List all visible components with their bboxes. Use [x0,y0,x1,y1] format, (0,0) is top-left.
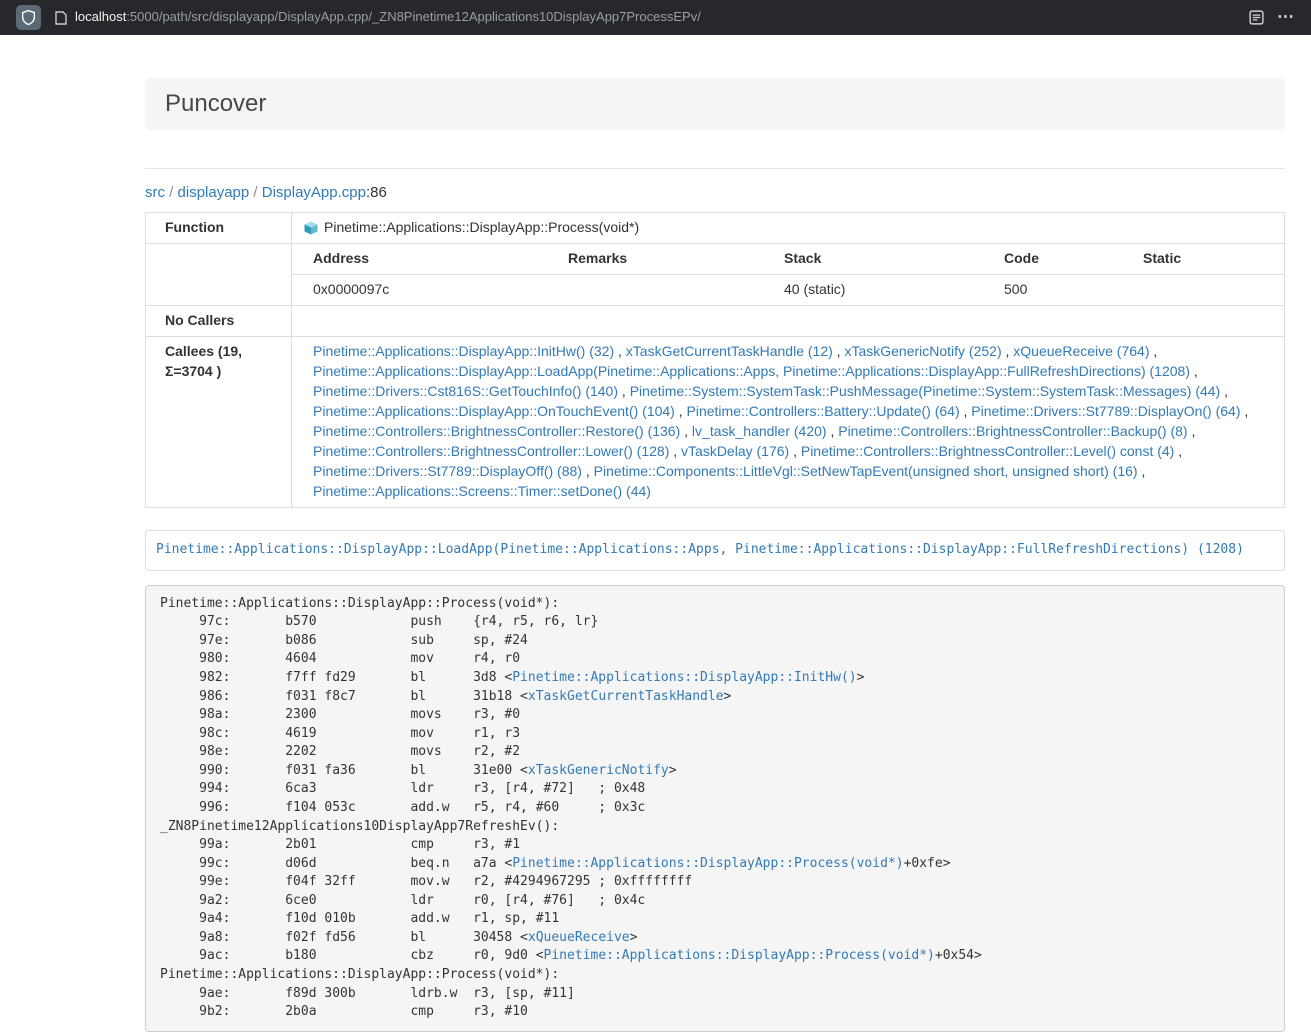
callee-link[interactable]: xQueueReceive (764) [1013,343,1149,359]
code-symbol-link[interactable]: xTaskGenericNotify [528,763,669,778]
code-symbol-link[interactable]: Pinetime::Applications::DisplayApp::Init… [512,670,856,685]
col-static: Static [1122,244,1284,274]
callee-link[interactable]: xTaskGenericNotify (252) [844,343,1001,359]
code-symbol-link[interactable]: Pinetime::Applications::DisplayApp::Proc… [544,948,935,963]
function-name-cell: Pinetime::Applications::DisplayApp::Proc… [292,213,1285,244]
callee-link[interactable]: Pinetime::System::SystemTask::PushMessag… [630,383,1221,399]
empty-header-cell [146,244,292,306]
col-address: Address [292,244,547,274]
breadcrumb-separator: / [165,184,178,201]
no-callers-label: No Callers [146,306,292,337]
function-name: Pinetime::Applications::DisplayApp::Proc… [324,218,639,238]
breadcrumb-link[interactable]: displayapp [178,184,250,201]
address-value: 0x0000097c [292,275,547,305]
url-bar[interactable]: localhost:5000/path/src/displayapp/Displ… [55,8,1241,27]
page-info-icon[interactable] [55,11,67,25]
url-path: :5000/path/src/displayapp/DisplayApp.cpp… [126,9,701,24]
callees-label: Callees (19, Σ=3704 ) [146,337,292,508]
page-actions-menu-icon[interactable]: ⋯ [1271,4,1301,32]
callee-link[interactable]: Pinetime::Controllers::Battery::Update()… [687,403,960,419]
url-text: localhost:5000/path/src/displayapp/Displ… [75,8,701,27]
code-symbol-link[interactable]: xTaskGetCurrentTaskHandle [528,689,724,704]
callee-link[interactable]: vTaskDelay (176) [681,443,789,459]
table-row: 0x0000097c 40 (static) 500 [292,275,1284,305]
method-cube-icon [304,221,318,235]
callee-link[interactable]: Pinetime::Controllers::BrightnessControl… [838,423,1187,439]
static-value [1122,275,1284,305]
col-code: Code [983,244,1122,274]
no-callers-row: No Callers [146,306,1285,337]
callee-panel-link[interactable]: Pinetime::Applications::DisplayApp::Load… [156,542,1244,557]
function-row: Function Pinetime::Applications::Display… [146,213,1285,244]
code-symbol-link[interactable]: Pinetime::Applications::DisplayApp::Proc… [512,856,903,871]
breadcrumb-line-number: :86 [366,184,387,201]
function-table: Function Pinetime::Applications::Display… [145,212,1285,508]
tracking-protection-shield-icon[interactable] [16,5,41,30]
callees-row: Callees (19, Σ=3704 ) Pinetime::Applicat… [146,337,1285,508]
callees-cell: Pinetime::Applications::DisplayApp::Init… [292,337,1285,508]
browser-toolbar: localhost:5000/path/src/displayapp/Displ… [0,0,1311,35]
app-header: Puncover [145,78,1285,130]
callee-link[interactable]: Pinetime::Drivers::St7789::DisplayOff() … [313,463,582,479]
callee-link[interactable]: Pinetime::Drivers::St7789::DisplayOn() (… [971,403,1240,419]
callee-panel-heading: Pinetime::Applications::DisplayApp::Load… [145,530,1285,571]
no-callers-cell [292,306,1285,337]
callee-link[interactable]: Pinetime::Components::LittleVgl::SetNewT… [594,463,1138,479]
callee-link[interactable]: Pinetime::Drivers::Cst816S::GetTouchInfo… [313,383,618,399]
callee-link[interactable]: Pinetime::Applications::Screens::Timer::… [313,483,651,499]
col-stack: Stack [763,244,983,274]
breadcrumb-link[interactable]: src [145,184,165,201]
address-table-cell: Address Remarks Stack Code Static 0x0000… [292,244,1285,306]
address-row: Address Remarks Stack Code Static 0x0000… [146,244,1285,306]
stack-value: 40 (static) [763,275,983,305]
col-remarks: Remarks [547,244,763,274]
page-title: Puncover [165,92,1265,116]
function-label: Function [146,213,292,244]
breadcrumb-separator: / [249,184,262,201]
callee-link[interactable]: Pinetime::Applications::DisplayApp::Init… [313,343,614,359]
disassembly-code: Pinetime::Applications::DisplayApp::Proc… [145,585,1285,1032]
url-host: localhost [75,9,126,24]
remarks-value [547,275,763,305]
callee-link[interactable]: Pinetime::Applications::DisplayApp::Load… [313,363,1190,379]
callee-link[interactable]: Pinetime::Controllers::BrightnessControl… [801,443,1174,459]
main-content: Puncover src / displayapp / DisplayApp.c… [145,78,1285,1032]
address-table: Address Remarks Stack Code Static 0x0000… [292,244,1284,305]
reader-mode-icon[interactable] [1241,4,1271,32]
callee-link[interactable]: Pinetime::Controllers::BrightnessControl… [313,443,669,459]
code-symbol-link[interactable]: xQueueReceive [528,930,630,945]
callee-link[interactable]: lv_task_handler (420) [692,423,827,439]
callee-link[interactable]: xTaskGetCurrentTaskHandle (12) [626,343,833,359]
breadcrumb: src / displayapp / DisplayApp.cpp:86 [145,182,1285,203]
breadcrumb-link[interactable]: DisplayApp.cpp [262,184,366,201]
divider [145,168,1285,169]
callee-link[interactable]: Pinetime::Controllers::BrightnessControl… [313,423,680,439]
code-size-value: 500 [983,275,1122,305]
callee-link[interactable]: Pinetime::Applications::DisplayApp::OnTo… [313,403,675,419]
